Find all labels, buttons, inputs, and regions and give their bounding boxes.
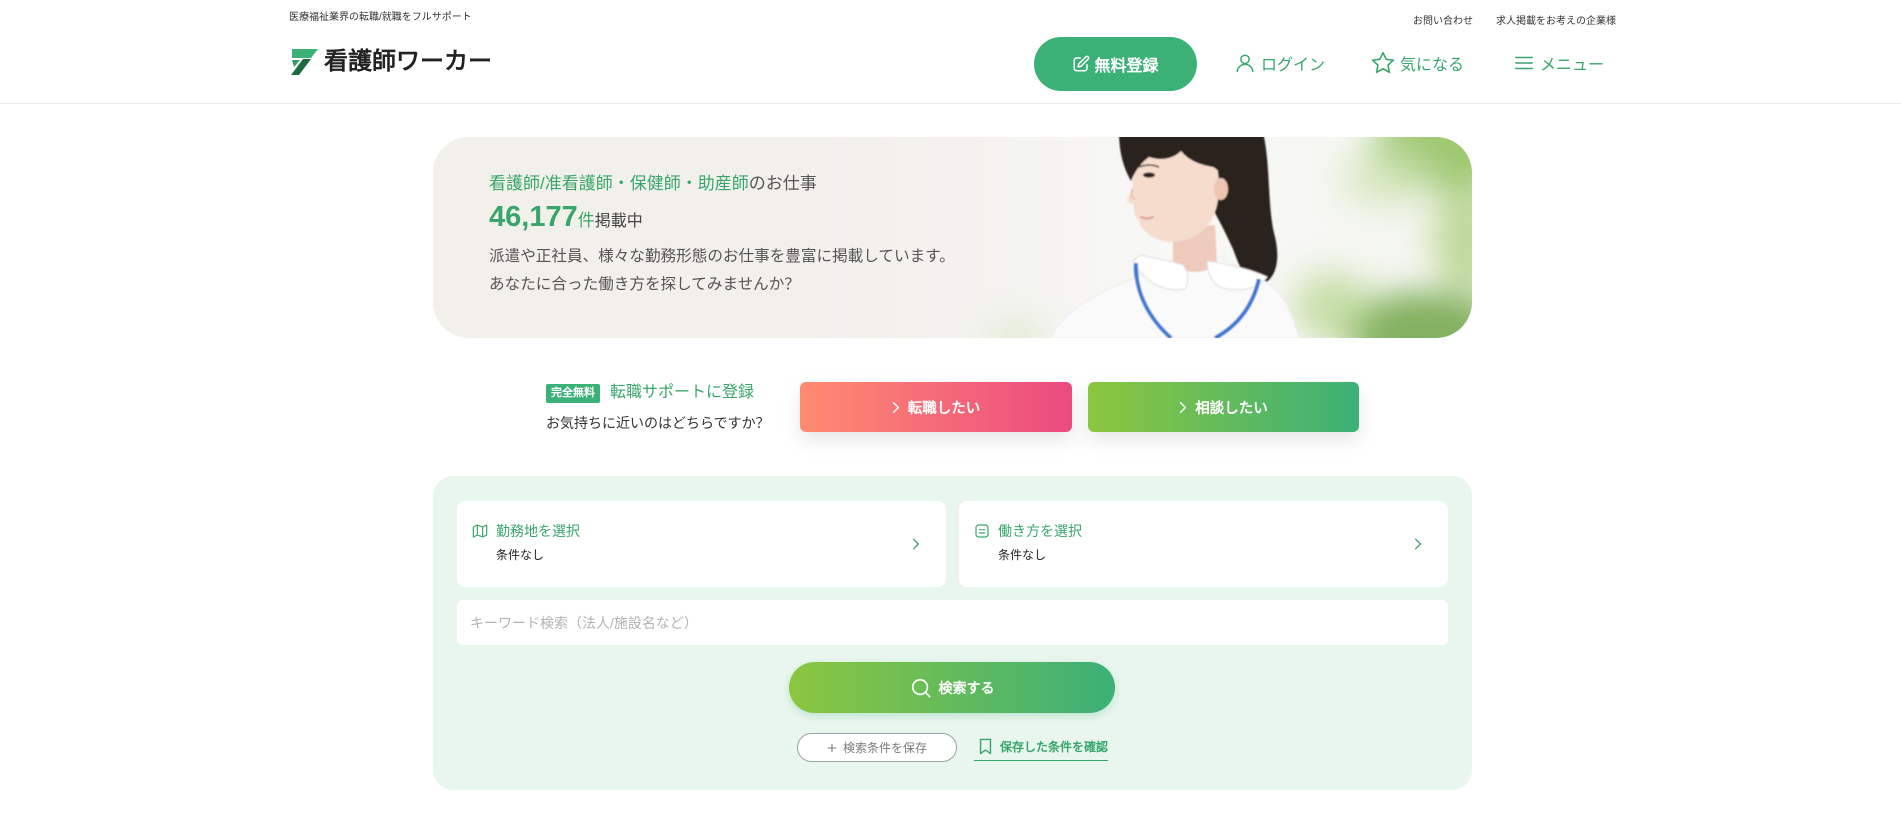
hero-description-line-2: あなたに合った働き方を探してみませんか？ [489,276,800,293]
chevron-right-icon [1414,537,1422,551]
hero-description-line-1: 派遣や正社員、様々な勤務形態のお仕事を豊富に掲載しています。 [489,248,955,265]
cta-title: 転職サポートに登録 [610,384,755,401]
hero-job-count: 46,177 [489,201,578,233]
site-header: 医療福祉業界の転職/就職をフルサポート 看護師ワーカー お問い合わせ 求人掲載を… [0,0,1901,104]
hero-count-unit: 件 [577,211,595,230]
employer-link[interactable]: 求人掲載をお考えの企業様 [1496,15,1616,29]
view-saved-conditions-label: 保存した条件を確認 [1000,739,1109,754]
want-to-change-jobs-button[interactable]: 転職したい [800,382,1072,432]
want-consultation-button[interactable]: 相談したい [1088,382,1359,432]
map-icon [472,523,488,539]
hero-occupations-suffix: のお仕事 [748,174,817,193]
location-selector[interactable]: 勤務地を選択 条件なし [457,501,946,587]
chevron-right-icon [912,537,920,551]
bookmark-icon [977,738,994,755]
free-register-label: 無料登録 [1094,58,1159,75]
site-logo[interactable]: 看護師ワーカー [289,47,492,77]
star-icon [1370,50,1396,76]
menu-label: メニュー [1540,57,1605,74]
logo-text: 看護師ワーカー [324,48,492,75]
search-icon [910,677,932,699]
want-consultation-label: 相談したい [1195,400,1268,417]
save-search-conditions-button[interactable]: 検索条件を保存 [797,733,957,762]
favorites-label: 気になる [1400,57,1465,74]
clipboard-icon [974,523,990,539]
search-button[interactable]: 検索する [789,662,1115,713]
site-tagline: 医療福祉業界の転職/就職をフルサポート [289,12,472,23]
free-register-button[interactable]: 無料登録 [1034,37,1197,91]
menu-button[interactable]: メニュー [1513,48,1604,78]
hero-occupations: 看護師/准看護師・保健師・助産師 [489,174,749,193]
location-selector-value: 条件なし [496,548,545,562]
work-style-selector[interactable]: 働き方を選択 条件なし [959,501,1448,587]
chevron-right-icon [1179,401,1187,414]
search-button-label: 検索する [938,679,995,696]
view-saved-conditions-link[interactable]: 保存した条件を確認 [974,732,1109,761]
cta-question: お気持ちに近いのはどちらですか？ [546,415,770,431]
hamburger-menu-icon [1513,52,1535,74]
hero-count-suffix: 掲載中 [594,213,643,230]
hero-description: 派遣や正社員、様々な勤務形態のお仕事を豊富に掲載しています。 あなたに合った働き方… [489,243,955,299]
job-search-panel: 勤務地を選択 条件なし 働き方を選択 条件なし 検索する 検索条件を保存 [433,476,1472,790]
login-label: ログイン [1261,57,1326,74]
user-icon [1234,52,1256,74]
hero-job-count-line: 46,177件掲載中 [489,199,643,240]
utility-links: お問い合わせ 求人掲載をお考えの企業様 [1413,15,1616,29]
logo-mark-icon [289,48,319,76]
contact-link[interactable]: お問い合わせ [1413,15,1473,29]
login-link[interactable]: ログイン [1234,48,1325,78]
work-style-selector-label: 働き方を選択 [998,523,1082,539]
save-search-conditions-label: 検索条件を保存 [842,741,927,755]
want-to-change-jobs-label: 転職したい [907,400,981,417]
hero-banner: 看護師/准看護師・保健師・助産師のお仕事 46,177件掲載中 派遣や正社員、様… [433,137,1472,338]
location-selector-label: 勤務地を選択 [496,523,580,539]
free-badge: 完全無料 [546,384,600,403]
work-style-selector-value: 条件なし [998,548,1047,562]
favorites-link[interactable]: 気になる [1370,48,1464,78]
edit-icon [1072,55,1090,73]
plus-icon [827,743,837,753]
keyword-search-input[interactable] [457,600,1448,645]
chevron-right-icon [892,401,900,414]
hero-occupations-line: 看護師/准看護師・保健師・助産師のお仕事 [489,172,817,196]
